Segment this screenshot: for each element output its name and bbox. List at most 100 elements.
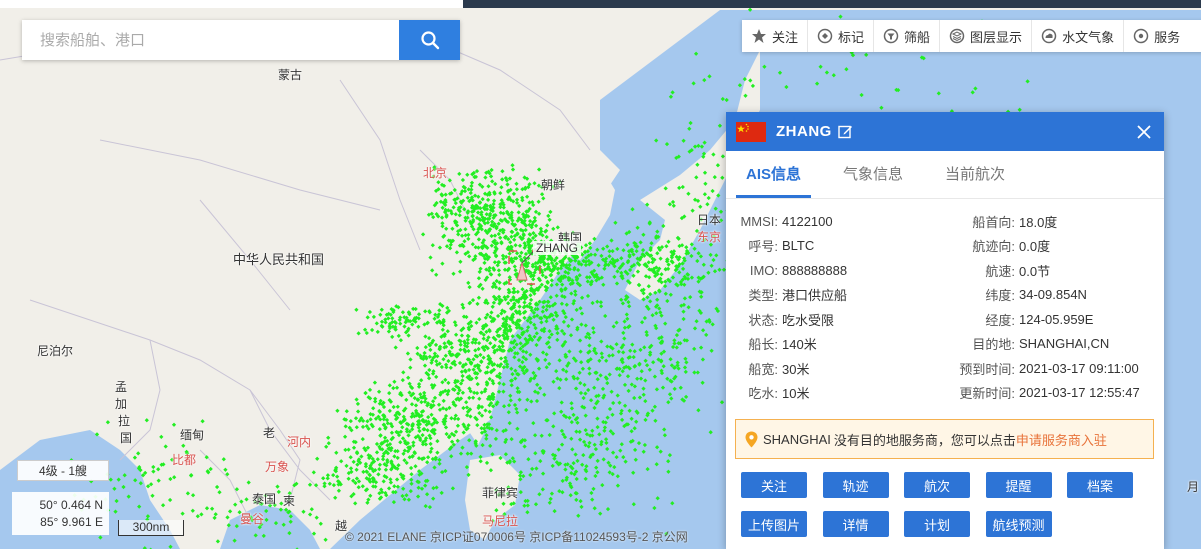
info-row: 航速: 0.0节 [945, 258, 1164, 283]
action-button[interactable]: 航线预测 [985, 511, 1052, 537]
info-key: 预到时间: [959, 361, 1015, 377]
action-button[interactable]: 计划 [904, 511, 970, 537]
info-row: 纬度: 34-09.854N [945, 283, 1164, 308]
label-bangladesh-3: 拉 [118, 414, 131, 428]
label-bangladesh-2: 加 [115, 397, 128, 411]
latitude-readout: 50° 0.464 N [39, 498, 103, 512]
label-china: 中华人民共和国 [233, 252, 325, 267]
label-bangladesh-4: 国 [120, 431, 133, 445]
service-notice: SHANGHAI 没有目的地服务商，您可以点击 申请服务商入驻 [735, 419, 1154, 459]
info-key: 更新时间: [959, 386, 1015, 402]
info-key: 状态: [748, 312, 778, 328]
action-row-2: 上传图片 详情 计划 航线预测 [741, 511, 1151, 537]
info-column-right: 船首向: 18.0度 航迹向: 0.0度 航速: 0.0节 纬度: 34-09.854N 经度:… [945, 209, 1164, 405]
star-icon [752, 29, 766, 43]
info-value: SHANGHAI,CN [1019, 336, 1110, 352]
location-pin-icon [745, 431, 758, 447]
label-nepal: 尼泊尔 [37, 344, 74, 358]
search-button[interactable] [399, 20, 460, 60]
info-key: 船首向: [972, 214, 1015, 230]
label-mongolia: 蒙古 [278, 68, 303, 82]
info-value: 888888888 [782, 262, 848, 278]
tool-follow[interactable]: 关注 [742, 20, 809, 52]
action-row-1: 关注 轨迹 航次 提醒 档案 [741, 472, 1151, 498]
edit-icon[interactable] [838, 124, 853, 139]
action-button[interactable]: 航次 [904, 472, 970, 498]
label-philippines: 菲律宾 [482, 486, 519, 500]
tag-icon [817, 28, 833, 44]
info-row: 船宽: 30米 [726, 356, 945, 381]
info-row: 类型: 港口供应船 [726, 283, 945, 308]
notice-text: 没有目的地服务商，您可以点击 [833, 432, 1016, 448]
info-key: 纬度: [985, 288, 1015, 304]
top-strip [0, 0, 1201, 8]
action-button[interactable]: 轨迹 [822, 472, 889, 498]
action-button[interactable]: 关注 [741, 472, 807, 498]
info-value: 0.0度 [1019, 239, 1051, 255]
info-value: 2021-03-17 09:11:00 [1019, 360, 1139, 376]
info-row: 预到时间: 2021-03-17 09:11:00 [945, 356, 1164, 381]
tool-filter-label: 筛船 [904, 29, 931, 45]
label-manila: 马尼拉 [482, 514, 519, 528]
zoom-level-indicator: 4级 - 1艘 [17, 460, 109, 481]
info-key: MMSI: [740, 213, 778, 229]
filter-icon [883, 28, 899, 44]
cursor-coordinates: 50° 0.464 N 85° 9.961 E [12, 492, 109, 535]
ais-info-grid: MMSI: 4122100 呼号: BLTC IMO: 888888888 类型: 港口供应船… [726, 199, 1164, 405]
service-icon [1133, 28, 1149, 44]
apply-service-link[interactable]: 申请服务商入驻 [1016, 430, 1107, 449]
label-hanoi: 河内 [287, 435, 312, 449]
info-row: 经度: 124-05.959E [945, 307, 1164, 332]
tool-follow-label: 关注 [772, 29, 799, 45]
tool-layers[interactable]: 图层显示 [940, 20, 1033, 52]
ship-info-panel: ZHANG AIS信息 气象信息 当前航次 MMSI: 4122100 呼号: BLT… [726, 112, 1164, 549]
ship-tag-label[interactable]: ZHANG [533, 241, 581, 255]
map-toolbar: 关注 标记 筛船 图层显示 水文气象 服务 [742, 20, 1201, 52]
label-beijing: 北京 [423, 166, 448, 180]
info-value: 10米 [782, 386, 810, 402]
label-xiangbidu: 比都 [172, 453, 197, 467]
layers-icon [949, 28, 965, 44]
info-row: 船长: 140米 [726, 332, 945, 357]
info-key: 经度: [985, 312, 1015, 328]
tool-mark[interactable]: 标记 [808, 20, 875, 52]
longitude-readout: 85° 9.961 E [40, 515, 103, 529]
info-row: 状态: 吃水受限 [726, 307, 945, 332]
info-value: 港口供应船 [782, 288, 848, 304]
info-value: 30米 [782, 361, 810, 377]
weather-icon [1041, 28, 1057, 44]
action-buttons: 关注 轨迹 航次 提醒 档案 上传图片 详情 计划 航线预测 [741, 472, 1151, 549]
search-input[interactable] [22, 20, 399, 60]
tool-filter[interactable]: 筛船 [874, 20, 941, 52]
tool-weather[interactable]: 水文气象 [1032, 20, 1125, 52]
ship-name: ZHANG [776, 123, 832, 140]
action-button[interactable]: 详情 [822, 511, 889, 537]
info-row: 吃水: 10米 [726, 381, 945, 406]
tool-layers-label: 图层显示 [970, 29, 1023, 45]
notice-port: SHANGHAI [763, 431, 831, 447]
action-button[interactable]: 提醒 [985, 472, 1052, 498]
tool-service[interactable]: 服务 [1124, 20, 1189, 52]
info-row: 船首向: 18.0度 [945, 209, 1164, 234]
info-key: IMO: [749, 262, 778, 278]
panel-tabs: AIS信息 气象信息 当前航次 [726, 151, 1164, 199]
info-value: 4122100 [782, 213, 833, 229]
close-icon[interactable] [1136, 124, 1152, 140]
tool-weather-label: 水文气象 [1062, 29, 1115, 45]
info-key: 航迹向: [972, 239, 1015, 255]
china-flag [736, 121, 766, 142]
action-button[interactable]: 档案 [1067, 472, 1133, 498]
info-value: 0.0节 [1019, 263, 1051, 279]
label-thailand: 泰国 [252, 492, 277, 506]
info-row: MMSI: 4122100 [726, 209, 945, 234]
tab-current-voyage[interactable]: 当前航次 [935, 151, 1015, 198]
info-key: 类型: [748, 288, 778, 304]
label-japan: 日本 [697, 213, 722, 227]
tab-ais-info[interactable]: AIS信息 [736, 151, 812, 198]
action-button[interactable]: 上传图片 [741, 511, 807, 537]
tool-mark-label: 标记 [838, 29, 865, 45]
info-row: 呼号: BLTC [726, 234, 945, 259]
tab-weather-info[interactable]: 气象信息 [833, 151, 913, 198]
scale-bar: 300nm [118, 520, 184, 536]
tool-service-label: 服务 [1154, 29, 1181, 45]
